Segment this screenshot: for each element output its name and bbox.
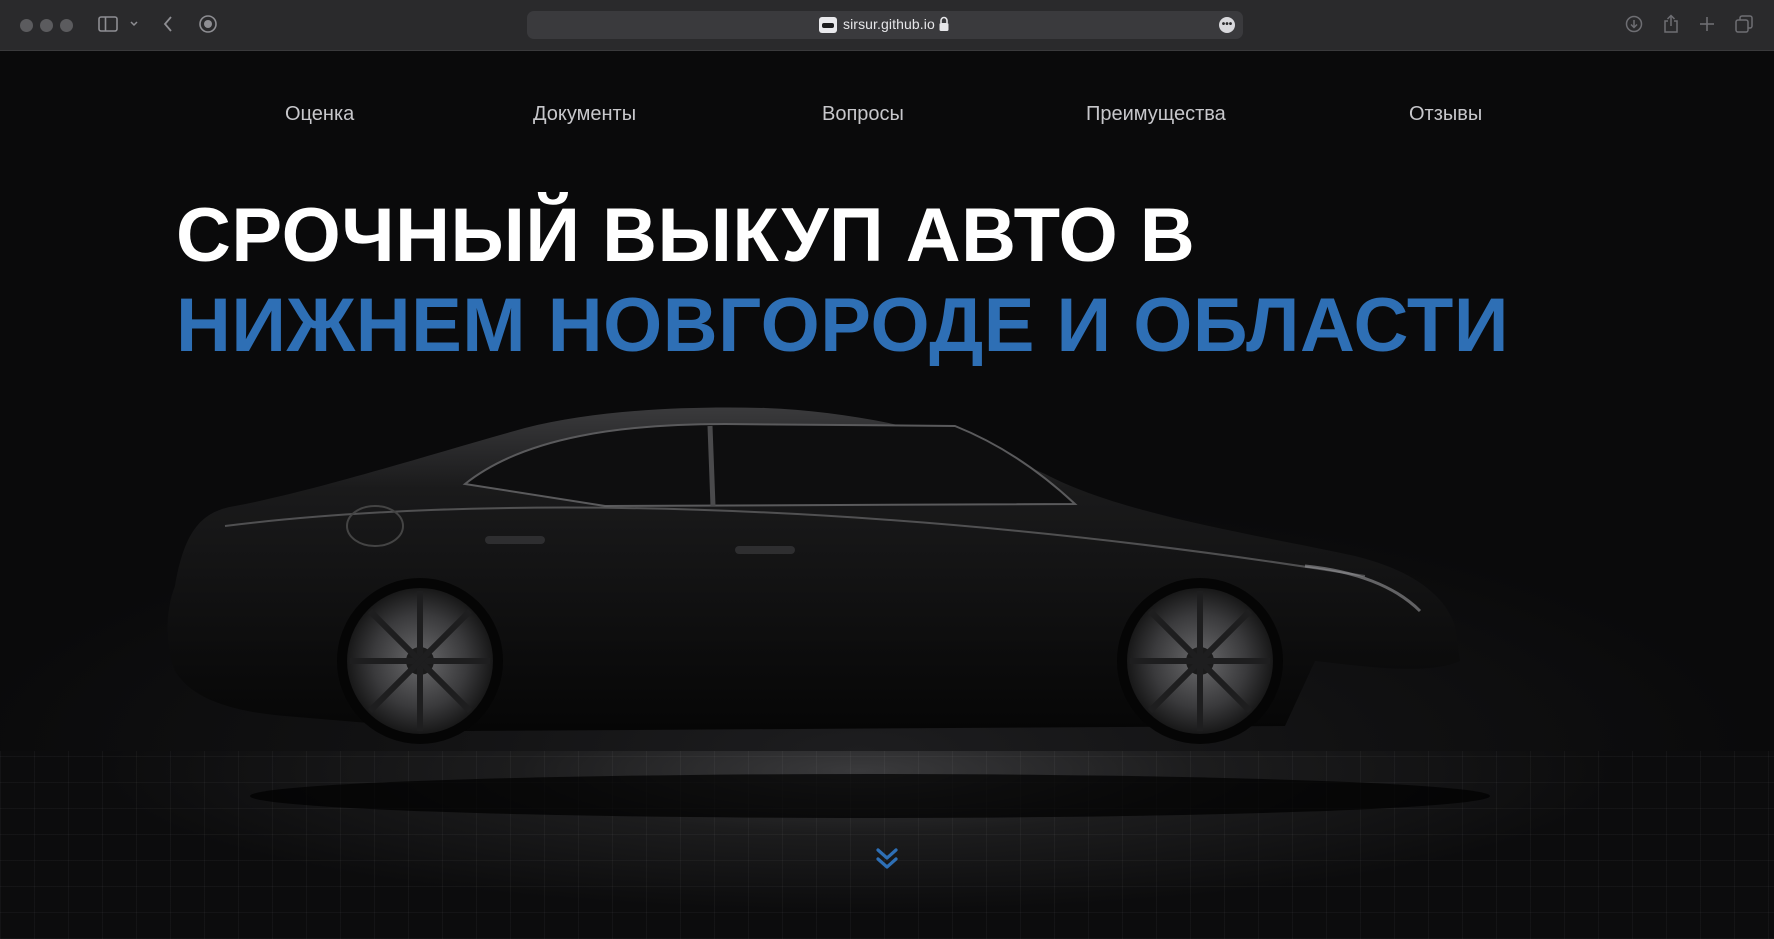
new-tab-icon[interactable] (1697, 12, 1717, 36)
browser-window: sirsur.github.io ••• Оценка Документы Во… (0, 0, 1774, 939)
url-text: sirsur.github.io (843, 16, 935, 32)
browser-toolbar: sirsur.github.io ••• (0, 0, 1774, 51)
back-icon[interactable] (160, 12, 176, 36)
nav-item-dokumenty[interactable]: Документы (533, 103, 636, 126)
hero-title: СРОЧНЫЙ ВЫКУП АВТО В НИЖНЕМ НОВГОРОДЕ И … (176, 191, 1509, 371)
privacy-report-icon[interactable] (197, 12, 219, 36)
main-nav: Оценка Документы Вопросы Преимущества От… (0, 103, 1774, 133)
page-viewport: Оценка Документы Вопросы Преимущества От… (0, 51, 1774, 939)
hero-title-line-1: СРОЧНЫЙ ВЫКУП АВТО В (176, 193, 1196, 278)
site-favicon-icon (819, 17, 837, 33)
chevron-down-icon[interactable] (128, 12, 140, 36)
share-icon[interactable] (1660, 12, 1682, 36)
download-icon[interactable] (1623, 12, 1645, 36)
hero-title-line-2: НИЖНЕМ НОВГОРОДЕ И ОБЛАСТИ (176, 283, 1509, 368)
double-chevron-down-icon[interactable] (873, 845, 901, 873)
close-window-button[interactable] (20, 19, 33, 32)
nav-item-otsenka[interactable]: Оценка (285, 103, 354, 126)
zoom-window-button[interactable] (60, 19, 73, 32)
more-icon[interactable]: ••• (1219, 17, 1235, 33)
car-image (167, 407, 1490, 818)
sidebar-icon[interactable] (97, 12, 119, 36)
minimize-window-button[interactable] (40, 19, 53, 32)
lock-icon (938, 16, 950, 32)
address-bar[interactable]: sirsur.github.io ••• (527, 11, 1243, 39)
tab-overview-icon[interactable] (1733, 12, 1755, 36)
nav-item-otzyvy[interactable]: Отзывы (1409, 103, 1482, 126)
nav-item-preimushchestva[interactable]: Преимущества (1086, 103, 1226, 126)
nav-item-voprosy[interactable]: Вопросы (822, 103, 904, 126)
